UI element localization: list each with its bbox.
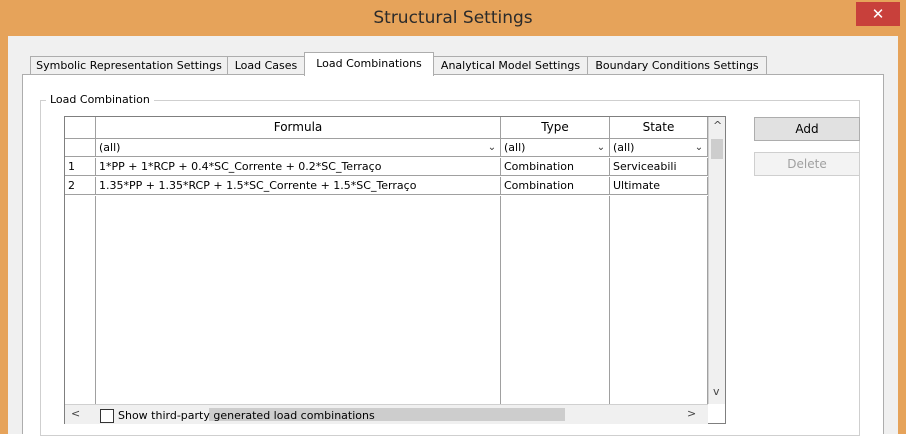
- add-button[interactable]: Add: [754, 117, 860, 141]
- state-cell[interactable]: Ultimate: [610, 177, 708, 195]
- group-label: Load Combination: [46, 93, 154, 106]
- state-filter-value: (all): [613, 141, 635, 154]
- column-header-type[interactable]: Type: [501, 117, 610, 139]
- column-header-state[interactable]: State: [610, 117, 708, 139]
- filter-row-header: [65, 139, 96, 157]
- close-button[interactable]: ✕: [856, 2, 900, 26]
- vertical-scrollbar[interactable]: ^ v: [708, 117, 725, 404]
- column-divider: [95, 196, 96, 404]
- column-header-formula[interactable]: Formula: [96, 117, 501, 139]
- formula-filter[interactable]: (all): [96, 139, 501, 157]
- row-header-corner: [65, 117, 96, 139]
- row-number[interactable]: 2: [65, 177, 96, 195]
- state-cell[interactable]: Serviceabili: [610, 158, 708, 176]
- show-third-party-checkbox[interactable]: [100, 409, 114, 423]
- formula-filter-value: (all): [99, 141, 121, 154]
- formula-filter-dropdown-icon[interactable]: ⌄: [486, 140, 498, 156]
- scroll-up-icon[interactable]: ^: [713, 119, 722, 132]
- state-filter-dropdown-icon[interactable]: ⌄: [693, 140, 705, 156]
- structural-settings-window: Structural Settings ✕ Symbolic Represent…: [0, 0, 906, 436]
- type-cell[interactable]: Combination: [501, 177, 610, 195]
- row-number[interactable]: 1: [65, 158, 96, 176]
- window-title: Structural Settings: [373, 8, 533, 28]
- type-filter-value: (all): [504, 141, 526, 154]
- scroll-left-icon[interactable]: <: [71, 407, 80, 420]
- column-divider: [500, 196, 501, 404]
- tab-analytical-model-settings[interactable]: Analytical Model Settings: [433, 56, 588, 75]
- tab-boundary-conditions-settings[interactable]: Boundary Conditions Settings: [587, 56, 767, 75]
- type-filter-dropdown-icon[interactable]: ⌄: [595, 140, 607, 156]
- tab-load-combinations[interactable]: Load Combinations: [304, 52, 434, 76]
- type-filter[interactable]: (all): [501, 139, 610, 157]
- tab-symbolic-representation[interactable]: Symbolic Representation Settings: [30, 56, 228, 75]
- load-combination-grid[interactable]: Formula Type State (all) ⌄ (all) ⌄ (all)…: [64, 116, 726, 424]
- delete-button[interactable]: Delete: [754, 152, 860, 176]
- vertical-scroll-thumb[interactable]: [711, 139, 723, 159]
- type-cell[interactable]: Combination: [501, 158, 610, 176]
- title-bar: Structural Settings ✕: [0, 0, 906, 36]
- formula-cell[interactable]: 1.35*PP + 1.35*RCP + 1.5*SC_Corrente + 1…: [96, 177, 501, 195]
- scroll-right-icon[interactable]: >: [687, 407, 696, 420]
- scroll-down-icon[interactable]: v: [713, 385, 720, 398]
- tab-load-cases[interactable]: Load Cases: [227, 56, 305, 75]
- show-third-party-label: Show third-party generated load combinat…: [118, 409, 375, 422]
- formula-cell[interactable]: 1*PP + 1*RCP + 0.4*SC_Corrente + 0.2*SC_…: [96, 158, 501, 176]
- column-divider: [609, 196, 610, 404]
